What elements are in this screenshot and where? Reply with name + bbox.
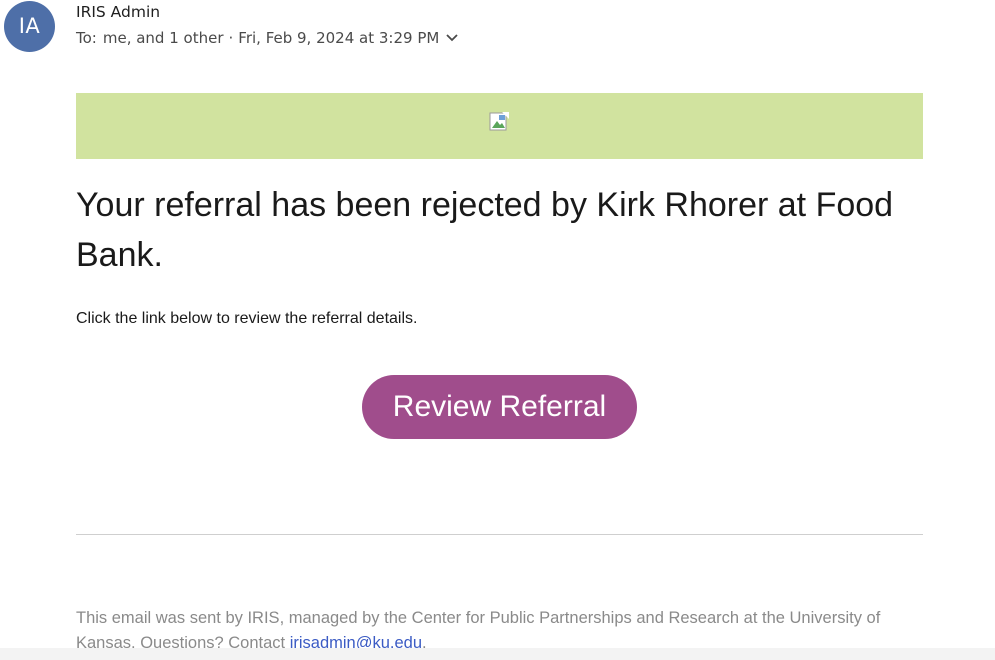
broken-image-icon: [489, 112, 509, 131]
footer-text: This email was sent by IRIS, managed by …: [76, 609, 881, 652]
recipients-list: me, and 1 other: [102, 29, 224, 47]
chevron-down-icon[interactable]: [445, 33, 459, 43]
review-referral-button[interactable]: Review Referral: [362, 375, 637, 439]
recipients-line[interactable]: To: me, and 1 other · Fri, Feb 9, 2024 a…: [76, 29, 459, 47]
instruction-text: Click the link below to review the refer…: [76, 310, 418, 327]
footer-divider: [76, 534, 923, 535]
email-headline: Your referral has been rejected by Kirk …: [76, 186, 894, 274]
email-header: IA IRIS Admin To: me, and 1 other · Fri,…: [0, 0, 995, 60]
sender-avatar[interactable]: IA: [4, 1, 55, 52]
to-label: To:: [76, 29, 97, 47]
separator-dot: ·: [228, 29, 234, 47]
bottom-strip: [0, 648, 995, 660]
sent-date: Fri, Feb 9, 2024 at 3:29 PM: [238, 29, 440, 47]
email-banner: [76, 93, 923, 159]
sender-name[interactable]: IRIS Admin: [76, 3, 160, 21]
